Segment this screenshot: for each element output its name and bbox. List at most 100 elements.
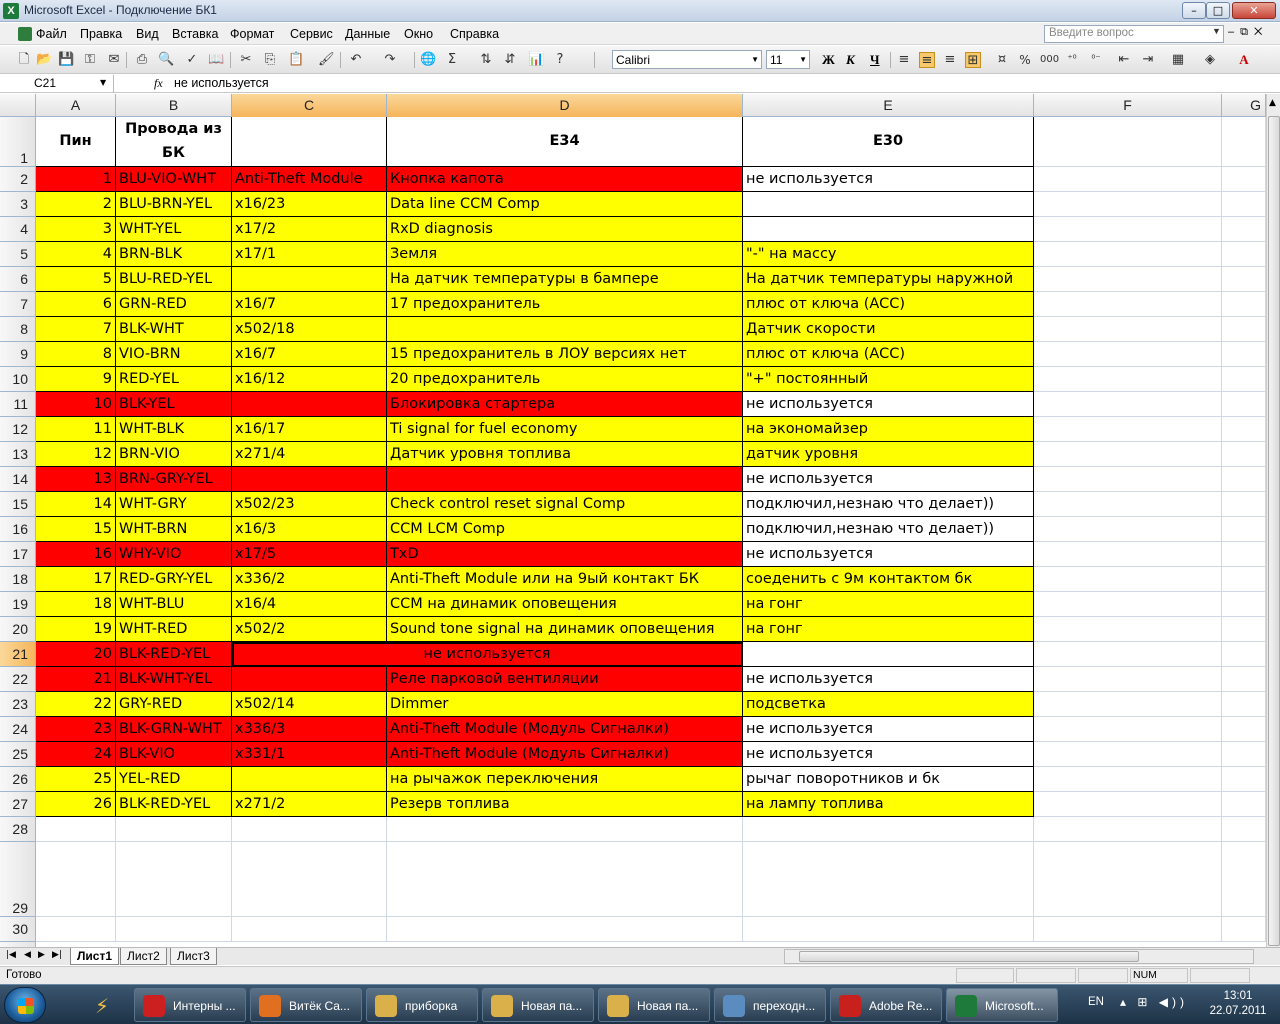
pin-cell[interactable]: 19 (36, 617, 116, 642)
decrease-indent-icon[interactable]: ⇤ (1116, 52, 1132, 68)
percent-style-button[interactable]: % (1017, 52, 1033, 68)
row-header[interactable]: 3 (0, 192, 35, 217)
connector-cell[interactable]: x16/3 (232, 517, 387, 542)
empty-cell[interactable] (387, 817, 743, 842)
wire-cell[interactable]: VIO-BRN (116, 342, 232, 367)
empty-cell[interactable] (232, 917, 387, 942)
wire-cell[interactable]: BLU-VIO-WHT (116, 167, 232, 192)
thousands-separator-button[interactable]: 000 (1040, 52, 1059, 68)
pin-cell[interactable]: 7 (36, 317, 116, 342)
empty-cell[interactable] (1222, 517, 1266, 542)
e30-cell[interactable] (743, 642, 1034, 667)
connector-cell[interactable]: x17/5 (232, 542, 387, 567)
chevron-down-icon[interactable]: ▼ (100, 78, 106, 87)
pin-cell[interactable]: 14 (36, 492, 116, 517)
row-header[interactable]: 20 (0, 617, 35, 642)
font-size-select[interactable]: 11 ▼ (766, 50, 810, 69)
wire-cell[interactable]: WHT-RED (116, 617, 232, 642)
vertical-scroll-thumb[interactable] (1268, 116, 1280, 946)
connector-cell[interactable]: x16/4 (232, 592, 387, 617)
e34-cell[interactable]: на рычажок переключения (387, 767, 743, 792)
row-header[interactable]: 5 (0, 242, 35, 267)
wire-cell[interactable]: WHT-BLK (116, 417, 232, 442)
empty-cell[interactable] (1034, 467, 1222, 492)
align-center-icon[interactable]: ≡ (919, 52, 935, 68)
clock[interactable]: 13:01 22.07.2011 (1208, 989, 1268, 1019)
empty-cell[interactable] (387, 842, 743, 917)
row-header[interactable]: 14 (0, 467, 35, 492)
empty-cell[interactable] (1222, 342, 1266, 367)
connector-cell[interactable]: x17/1 (232, 242, 387, 267)
underline-button[interactable]: Ч (870, 52, 880, 68)
empty-cell[interactable] (1034, 542, 1222, 567)
empty-cell[interactable] (1222, 717, 1266, 742)
empty-cell[interactable] (36, 817, 116, 842)
currency-icon[interactable]: ¤ (994, 52, 1010, 68)
wire-cell[interactable]: BLK-VIO (116, 742, 232, 767)
e34-cell[interactable]: Резерв топлива (387, 792, 743, 817)
e30-cell[interactable] (743, 217, 1034, 242)
empty-cell[interactable] (1222, 442, 1266, 467)
taskbar-item[interactable]: Новая па... (482, 988, 594, 1022)
pin-cell[interactable]: 21 (36, 667, 116, 692)
function-icon[interactable]: fx (154, 76, 163, 91)
e34-cell[interactable]: Земля (387, 242, 743, 267)
empty-cell[interactable] (1034, 342, 1222, 367)
empty-cell[interactable] (1034, 717, 1222, 742)
connector-cell[interactable]: Anti-Theft Module (232, 167, 387, 192)
e30-cell[interactable] (743, 192, 1034, 217)
cut-icon[interactable]: ✂ (238, 52, 254, 68)
taskbar-item[interactable]: Adobe Re... (830, 988, 942, 1022)
wire-cell[interactable]: BLK-RED-YEL (116, 642, 232, 667)
empty-cell[interactable] (1034, 442, 1222, 467)
menu-help[interactable]: Справка (450, 27, 499, 41)
pin-cell[interactable]: 10 (36, 392, 116, 417)
increase-indent-icon[interactable]: ⇥ (1140, 52, 1156, 68)
e34-cell[interactable]: RxD diagnosis (387, 217, 743, 242)
increase-decimal-icon[interactable]: ⁺⁰ (1064, 52, 1080, 68)
permission-icon[interactable]: ⚿ (82, 52, 98, 68)
e34-cell[interactable]: Check control reset signal Comp (387, 492, 743, 517)
start-button[interactable] (4, 987, 46, 1023)
e30-cell[interactable]: не используется (743, 542, 1034, 567)
new-document-icon[interactable]: 🗋 (16, 52, 32, 68)
wire-cell[interactable]: BRN-BLK (116, 242, 232, 267)
empty-cell[interactable] (1222, 667, 1266, 692)
e34-cell[interactable]: CCM LCM Comp (387, 517, 743, 542)
copy-icon[interactable]: ⎘ (262, 52, 278, 68)
e34-cell[interactable]: Кнопка капота (387, 167, 743, 192)
empty-cell[interactable] (1222, 567, 1266, 592)
row-header[interactable]: 17 (0, 542, 35, 567)
empty-cell[interactable] (1034, 792, 1222, 817)
connector-cell[interactable]: x502/18 (232, 317, 387, 342)
worksheet-grid[interactable]: Пин Провода из БК E34 E30 1 BLU-VIO-WHT Anti-T… (36, 117, 1266, 947)
e34-cell[interactable]: Data line CCM Comp (387, 192, 743, 217)
e34-cell[interactable]: 17 предохранитель (387, 292, 743, 317)
empty-cell[interactable] (743, 817, 1034, 842)
e34-cell[interactable] (387, 317, 743, 342)
empty-cell[interactable] (116, 842, 232, 917)
merge-center-icon[interactable]: ⊞ (965, 52, 981, 68)
row-header[interactable]: 25 (0, 742, 35, 767)
select-all-corner[interactable] (0, 94, 36, 117)
connector-cell[interactable] (232, 667, 387, 692)
row-header[interactable]: 8 (0, 317, 35, 342)
e30-cell[interactable]: рычаг поворотников и бк (743, 767, 1034, 792)
menu-edit[interactable]: Правка (80, 27, 122, 41)
connector-cell[interactable] (232, 392, 387, 417)
empty-cell[interactable] (1222, 492, 1266, 517)
pin-cell[interactable]: 20 (36, 642, 116, 667)
empty-cell[interactable] (1034, 317, 1222, 342)
empty-cell[interactable] (1222, 292, 1266, 317)
e34-cell[interactable]: Реле парковой вентиляции (387, 667, 743, 692)
sheet-tab-3[interactable]: Лист3 (170, 948, 217, 965)
connector-cell[interactable]: x16/7 (232, 342, 387, 367)
header-cell-wires[interactable]: Провода из БК (116, 117, 232, 167)
empty-cell[interactable] (1034, 192, 1222, 217)
wire-cell[interactable]: WHT-BLU (116, 592, 232, 617)
pin-cell[interactable]: 11 (36, 417, 116, 442)
empty-cell[interactable] (1034, 667, 1222, 692)
e30-cell[interactable]: На датчик температуры наружной (743, 267, 1034, 292)
email-icon[interactable]: ✉ (106, 52, 122, 68)
empty-cell[interactable] (36, 917, 116, 942)
